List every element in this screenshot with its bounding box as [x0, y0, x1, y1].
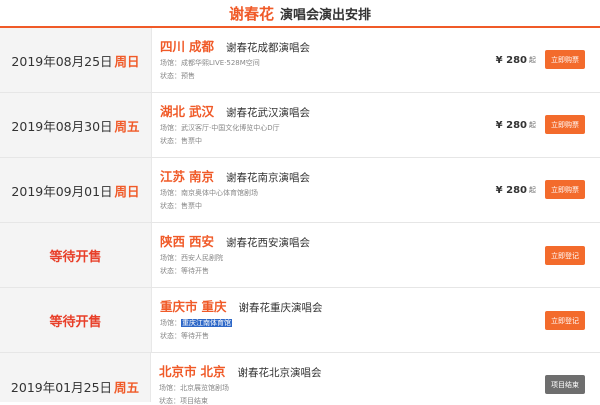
register-button[interactable]: 立即登记 — [545, 246, 585, 265]
date-cell: 等待开售 — [0, 288, 152, 352]
register-button[interactable]: 立即登记 — [545, 311, 585, 330]
city-name: 北京 — [200, 364, 226, 379]
buy-ticket-button[interactable]: 立即购票 — [545, 50, 585, 69]
concert-date: 2019年08月25日 — [11, 53, 113, 69]
presale-label: 等待开售 — [49, 249, 102, 265]
status-text: 状态：等待开售 — [160, 267, 209, 275]
city-name: 武汉 — [189, 104, 215, 119]
buy-ticket-button[interactable]: 立即购票 — [545, 115, 585, 134]
province-name: 重庆市 — [160, 299, 198, 314]
price: ¥ 280 起 — [496, 93, 536, 157]
concert-row: 2019年01月25日 周五 北京市 北京 谢春花北京演唱会 场馆：北京展览馆剧… — [0, 353, 600, 405]
province-name: 四川 — [160, 39, 186, 54]
concert-date: 2019年09月01日 — [11, 183, 113, 199]
concert-title[interactable]: 谢春花武汉演唱会 — [226, 105, 310, 120]
price: ¥ 280 起 — [496, 28, 536, 92]
date-cell: 2019年01月25日 周五 — [0, 353, 151, 402]
date-cell: 2019年08月30日 周五 — [0, 93, 152, 157]
price-value: ¥ 280 — [495, 119, 527, 131]
page-header: 谢春花 演唱会演出安排 — [0, 0, 600, 28]
buy-ticket-button[interactable]: 立即购票 — [545, 180, 585, 199]
concert-title[interactable]: 谢春花重庆演唱会 — [239, 300, 323, 315]
city-name: 南京 — [189, 169, 215, 184]
concert-list: 2019年08月25日 周日 四川 成都 谢春花成都演唱会 场馆：成都华熙LIV… — [0, 28, 600, 405]
concert-row: 2019年08月30日 周五 湖北 武汉 谢春花武汉演唱会 场馆：武汉客厅·中国… — [0, 93, 600, 158]
date-cell: 2019年09月01日 周日 — [0, 158, 152, 222]
venue-text: 场馆：重庆江南体育馆 — [160, 319, 600, 327]
concert-title[interactable]: 谢春花成都演唱会 — [226, 40, 310, 55]
concert-weekday: 周五 — [114, 118, 140, 134]
concert-info: 陕西 西安 谢春花西安演唱会 场馆：西安人民剧院 状态：等待开售 立即登记 — [152, 223, 600, 287]
concert-weekday: 周日 — [114, 183, 140, 199]
artist-name: 谢春花 — [228, 4, 274, 23]
province-name: 陕西 — [160, 234, 186, 249]
province-name: 北京市 — [159, 364, 197, 379]
city-name: 成都 — [189, 39, 215, 54]
concert-row: 2019年09月01日 周日 江苏 南京 谢春花南京演唱会 场馆：南京奥体中心体… — [0, 158, 600, 223]
concert-weekday: 周五 — [114, 380, 140, 395]
price-value: ¥ 280 — [495, 184, 527, 196]
concert-title[interactable]: 谢春花西安演唱会 — [226, 235, 310, 250]
price-unit: 起 — [529, 121, 536, 129]
concert-info: 四川 成都 谢春花成都演唱会 场馆：成都华熙LIVE·528M空间 状态：预售 … — [152, 28, 600, 92]
status-text: 状态：等待开售 — [160, 332, 209, 340]
concert-date: 2019年01月25日 — [10, 380, 113, 395]
price-unit: 起 — [529, 56, 536, 64]
city-name: 重庆 — [201, 299, 227, 314]
venue-value-selected[interactable]: 重庆江南体育馆 — [181, 319, 232, 327]
concert-row: 2019年08月25日 周日 四川 成都 谢春花成都演唱会 场馆：成都华熙LIV… — [0, 28, 600, 93]
venue-label: 场馆： — [160, 319, 181, 327]
presale-label: 等待开售 — [49, 314, 102, 330]
concert-date: 2019年08月30日 — [11, 118, 113, 134]
concert-info: 北京市 北京 谢春花北京演唱会 场馆：北京展览馆剧场 状态：项目结束 项目结束 — [151, 353, 600, 405]
ended-button[interactable]: 项目结束 — [545, 375, 585, 394]
concert-title[interactable]: 谢春花北京演唱会 — [238, 365, 322, 380]
concert-row: 等待开售 重庆市 重庆 谢春花重庆演唱会 场馆：重庆江南体育馆 状态：等待开售 … — [0, 288, 600, 353]
venue-text: 场馆：北京展览馆剧场 — [159, 384, 229, 392]
concert-row: 等待开售 陕西 西安 谢春花西安演唱会 场馆：西安人民剧院 状态：等待开售 立即… — [0, 223, 600, 288]
venue-text: 场馆：西安人民剧院 — [160, 254, 223, 262]
concert-info: 江苏 南京 谢春花南京演唱会 场馆：南京奥体中心体育馆剧场 状态：售票中 ¥ 2… — [152, 158, 600, 222]
date-cell: 2019年08月25日 周日 — [0, 28, 152, 92]
price: ¥ 280 起 — [496, 158, 536, 222]
price-unit: 起 — [529, 186, 536, 194]
province-name: 江苏 — [160, 169, 186, 184]
price-value: ¥ 280 — [495, 54, 527, 66]
concert-weekday: 周日 — [114, 53, 140, 69]
concert-title[interactable]: 谢春花南京演唱会 — [226, 170, 310, 185]
concert-info: 湖北 武汉 谢春花武汉演唱会 场馆：武汉客厅·中国文化博览中心D厅 状态：售票中… — [152, 93, 600, 157]
city-name: 西安 — [189, 234, 215, 249]
page-subtitle: 演唱会演出安排 — [280, 7, 372, 23]
status-text: 状态：项目结束 — [159, 397, 208, 405]
province-name: 湖北 — [160, 104, 186, 119]
date-cell: 等待开售 — [0, 223, 152, 287]
concert-info: 重庆市 重庆 谢春花重庆演唱会 场馆：重庆江南体育馆 状态：等待开售 立即登记 — [152, 288, 600, 352]
